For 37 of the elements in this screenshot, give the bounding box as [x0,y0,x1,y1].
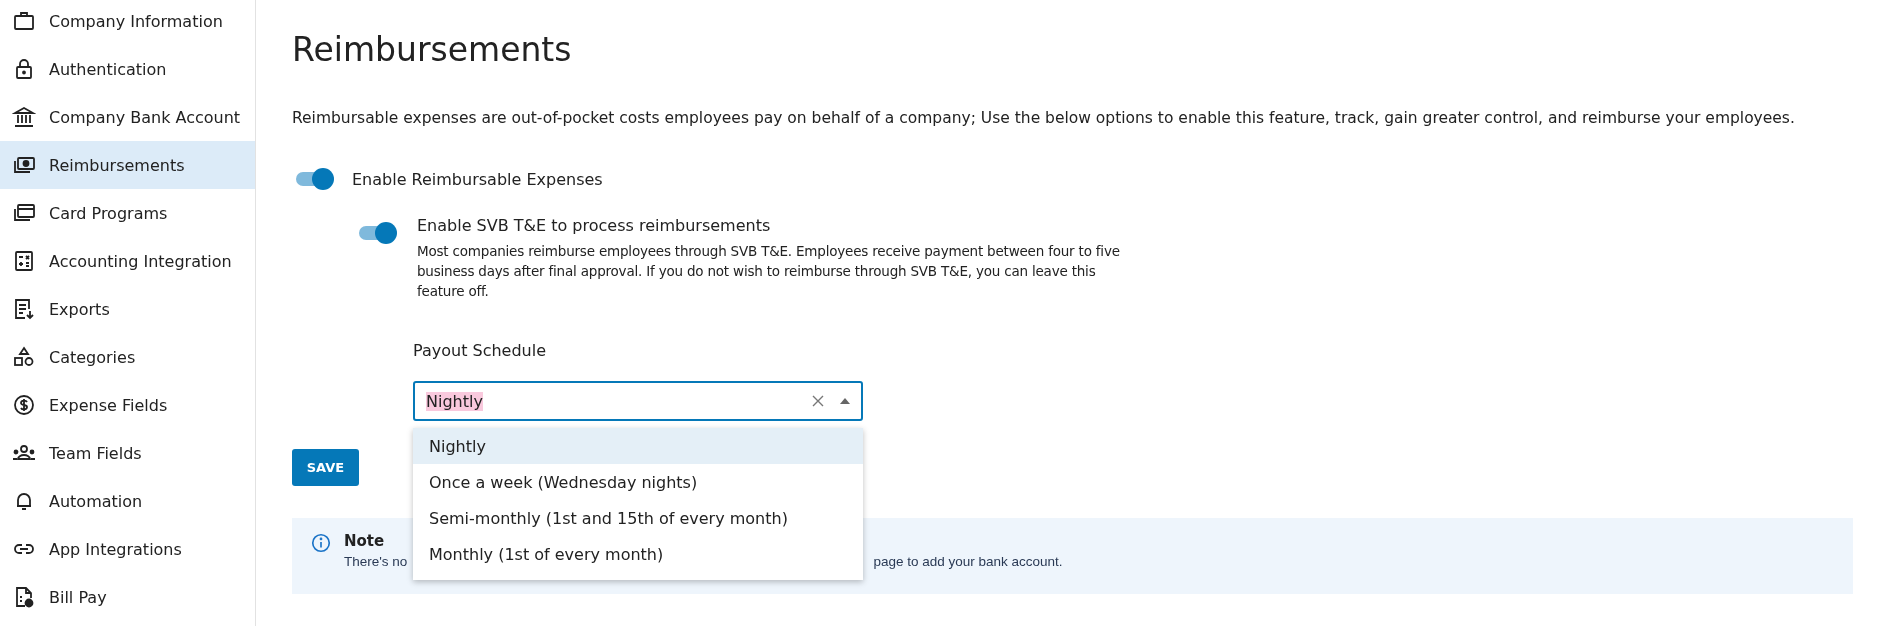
sidebar-item[interactable]: Company Information [0,0,255,45]
help-text: Most companies reimburse employees through SVB T&E. Employees receive payment between four to five business days after final approval. If you do not wish to reimburse through SVB T&E, you can leave this feature off. [417,242,1121,301]
payout-schedule-select[interactable]: Nightly [413,381,863,421]
sidebar-item[interactable]: App Integrations [0,525,255,573]
dollar-icon [12,393,36,417]
toggle-label: Enable SVB T&E to process reimbursements [417,216,772,235]
dropdown-option[interactable]: Monthly (1st of every month) [413,536,863,572]
sidebar-item[interactable]: Team Fields [0,429,255,477]
bank-icon [12,105,36,129]
sidebar-item[interactable]: Authentication [0,45,255,93]
page-description: Reimbursable expenses are out-of-pocket costs employees pay on behalf of a company; Use the below options to enable this feature, track, gain greater control, and reimburse your employees. [292,109,1796,127]
sidebar-item[interactable]: Reimbursements [0,141,255,189]
note-title: Note [344,532,386,550]
sidebar-item[interactable]: Card Programs [0,189,255,237]
save-button[interactable]: SAVE [292,449,359,486]
briefcase-icon [12,9,36,33]
export-icon [12,297,36,321]
dropdown-option[interactable]: Once a week (Wednesday nights) [413,464,863,500]
calculator-icon [12,249,36,273]
toggle-label: Enable Reimbursable Expenses [352,169,603,189]
info-icon [310,532,332,554]
note-text: page to add your bank account. [873,554,1063,569]
shapes-icon [12,345,36,369]
note-text: There's no [344,554,408,569]
dropdown-option[interactable]: Semi-monthly (1st and 15th of every month) [413,500,863,536]
sidebar-item[interactable]: Company Bank Account [0,93,255,141]
sidebar-item[interactable]: Expense Fields [0,381,255,429]
caret-icon[interactable] [840,398,850,404]
sidebar-item[interactable]: Categories [0,333,255,381]
dropdown-option[interactable]: Nightly [413,428,863,464]
sidebar-item[interactable]: Bill Pay [0,573,255,621]
page-title: Reimbursements [292,30,573,69]
sidebar-item[interactable]: Accounting Integration [0,237,255,285]
close-icon[interactable] [812,395,824,407]
sidebar-item[interactable]: Exports [0,285,255,333]
field-label: Payout Schedule [413,341,547,360]
sidebar-item[interactable]: Automation [0,477,255,525]
